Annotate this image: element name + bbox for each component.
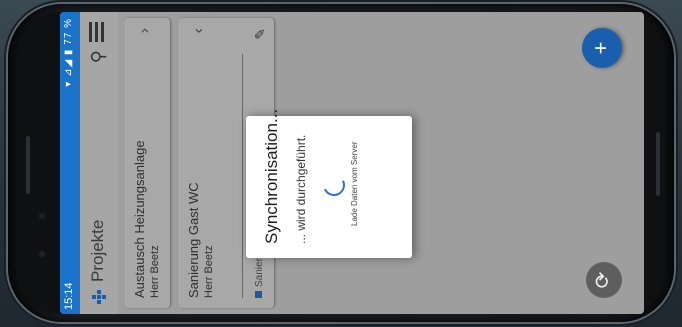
status-icons: ▾ ⊿◢ ▮ 77 % xyxy=(63,18,74,87)
device-scene: 15:14 ▾ ⊿◢ ▮ 77 % Projekte ⚲ Austausch H… xyxy=(0,0,682,327)
dialog-subtext: Lade Daten vom Server xyxy=(350,141,359,227)
loading-spinner-icon xyxy=(319,170,349,200)
battery-label: 77 % xyxy=(63,18,74,45)
status-bar: 15:14 ▾ ⊿◢ ▮ 77 % xyxy=(60,12,80,314)
front-camera xyxy=(38,250,46,258)
earpiece-speaker xyxy=(26,136,30,194)
front-sensor xyxy=(38,212,46,220)
chevron-icon[interactable]: › xyxy=(136,28,154,33)
app-bar: Projekte ⚲ xyxy=(80,12,118,314)
dialog-message: ... wird durchgeführt. xyxy=(294,134,308,244)
status-time: 15:14 xyxy=(63,282,75,310)
subproject-item[interactable]: Sanieru xyxy=(254,253,265,298)
edit-icon[interactable]: ✎ xyxy=(252,28,269,40)
chevron-icon[interactable]: ‹ xyxy=(190,28,208,33)
sync-dialog: Synchronisation... ... wird durchgeführt… xyxy=(246,109,412,258)
sync-button[interactable]: ⟳ xyxy=(586,262,622,298)
menu-icon[interactable] xyxy=(89,22,105,42)
dialog-title: Synchronisation... xyxy=(262,108,281,244)
app-viewport: 15:14 ▾ ⊿◢ ▮ 77 % Projekte ⚲ Austausch H… xyxy=(60,12,644,314)
project-name: Austausch Heizungsanlage xyxy=(132,140,147,298)
project-name: Sanierung Gast WC xyxy=(186,182,201,298)
grid-logo-icon xyxy=(92,290,106,304)
bottom-speaker xyxy=(656,132,660,196)
project-owner: Herr Beetz xyxy=(203,245,215,298)
folder-icon xyxy=(255,291,262,298)
project-card-heizung[interactable]: Austausch Heizungsanlage Herr Beetz › xyxy=(124,18,170,308)
page-title: Projekte xyxy=(88,219,107,282)
card-divider xyxy=(242,54,243,298)
search-filter-icon[interactable]: ⚲ xyxy=(88,50,109,63)
device-screen: 15:14 ▾ ⊿◢ ▮ 77 % Projekte ⚲ Austausch H… xyxy=(60,12,644,314)
project-owner: Herr Beetz xyxy=(149,245,161,298)
add-project-button[interactable]: + xyxy=(582,28,622,68)
